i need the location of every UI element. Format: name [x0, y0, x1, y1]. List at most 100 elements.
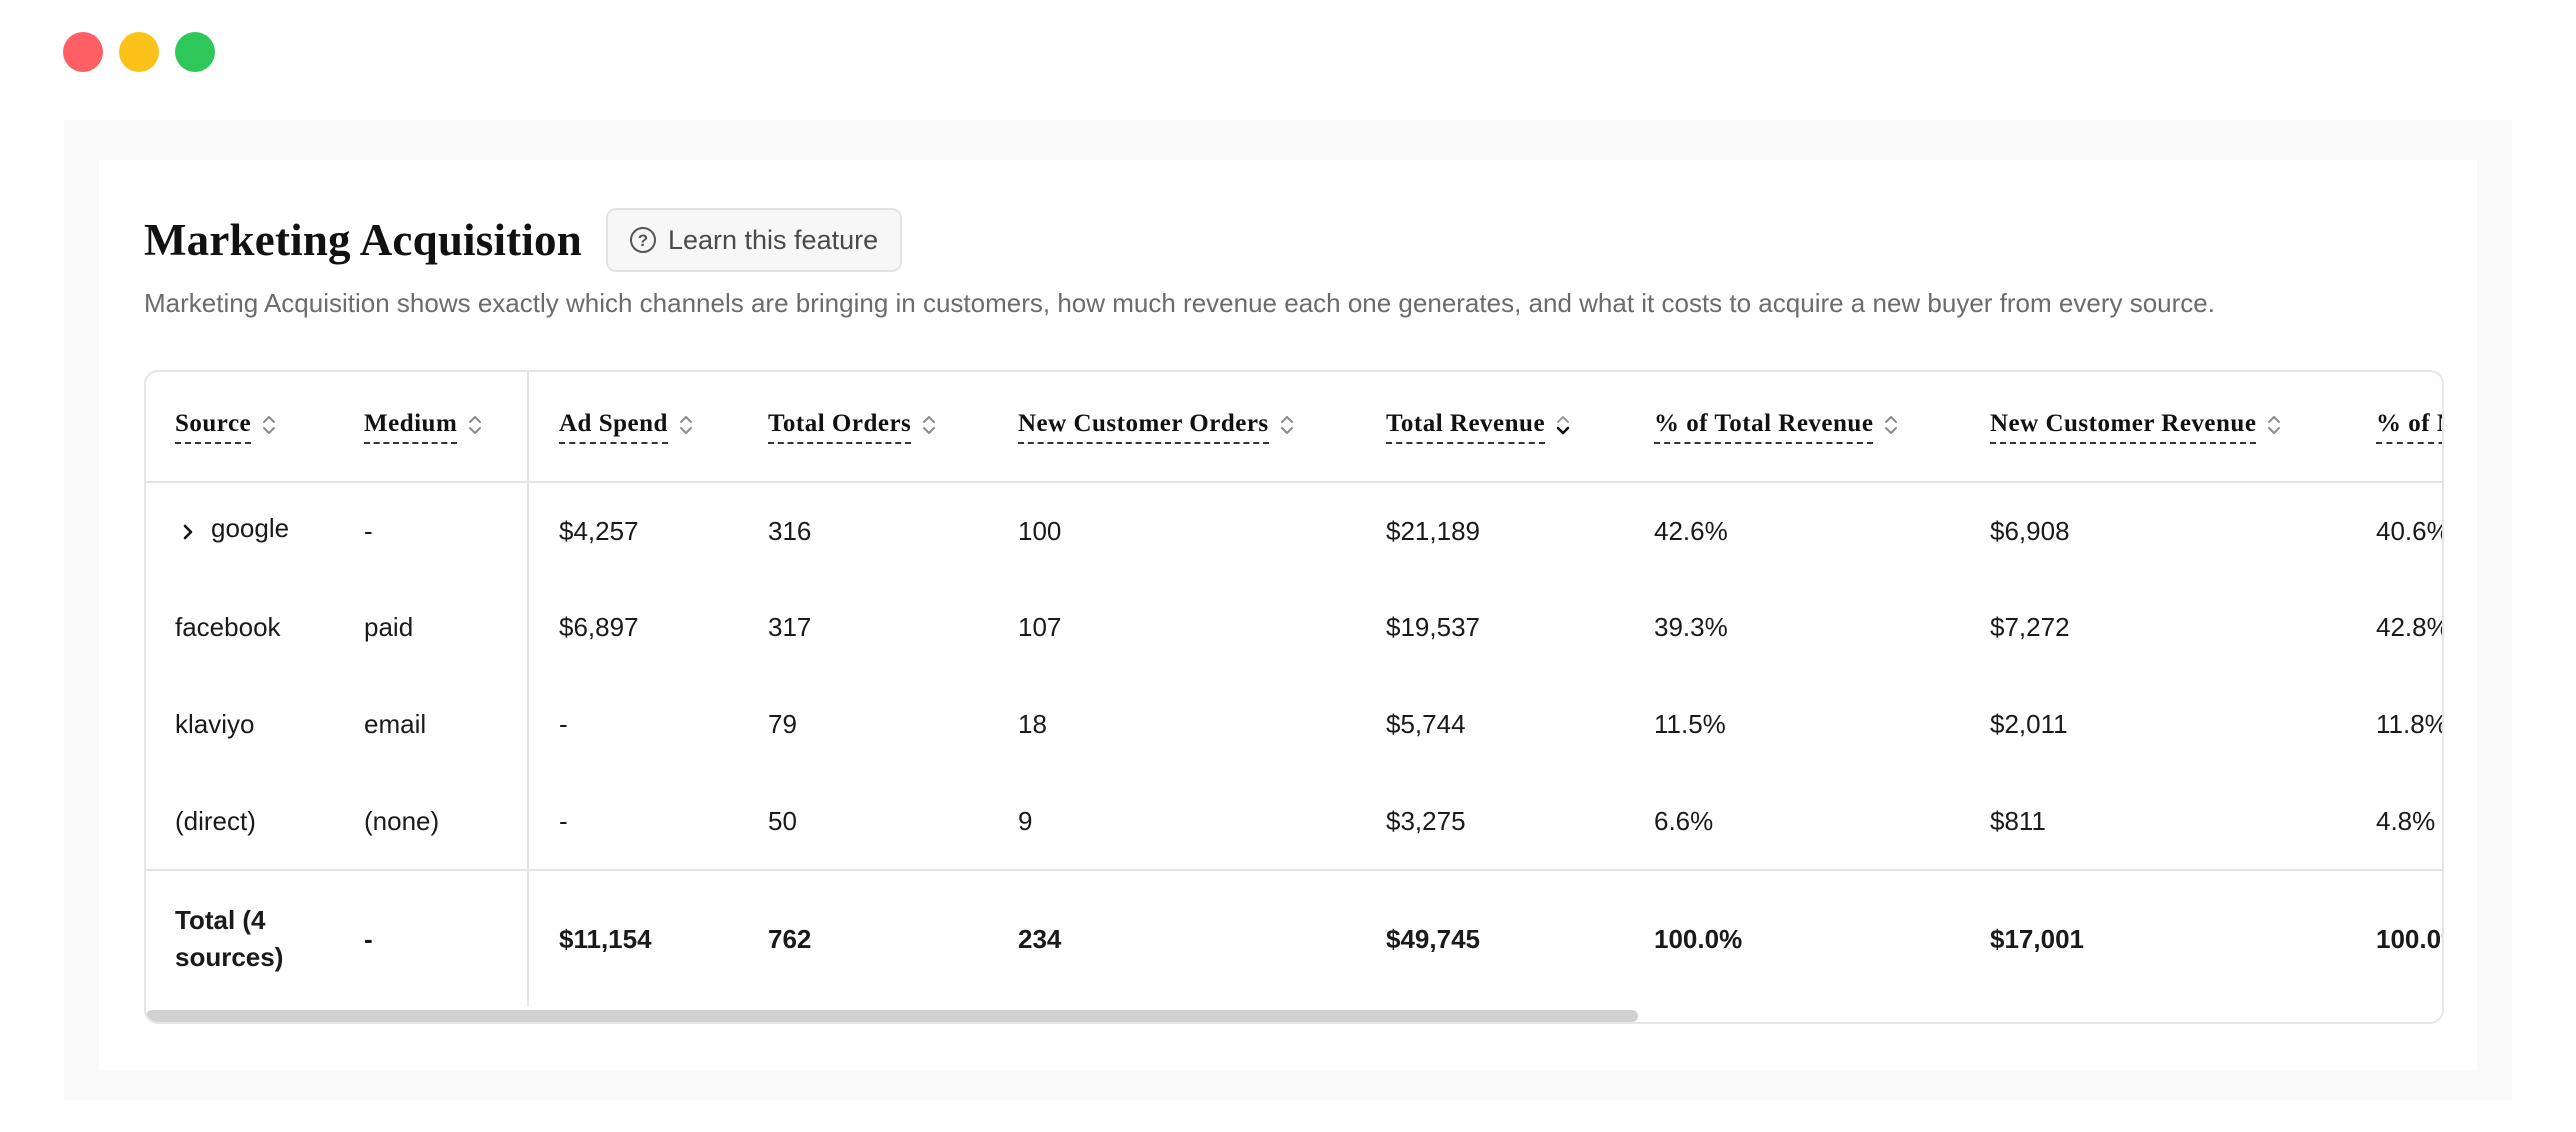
- column-header-label: % of Total Revenue: [1654, 410, 1874, 444]
- cell-pct-total-revenue: 39.3%: [1654, 612, 1728, 642]
- cell-medium: -: [335, 482, 529, 579]
- cell-total-orders: 317: [768, 612, 812, 642]
- acquisition-table: Source Medium Ad Spend Total Orders New Cust…: [146, 372, 2442, 1007]
- column-header-new-customer-revenue[interactable]: New Customer Revenue: [1960, 372, 2346, 483]
- cell-total-orders: 50: [768, 805, 797, 836]
- column-header-total-revenue[interactable]: Total Revenue: [1356, 372, 1624, 483]
- close-window-button[interactable]: [63, 32, 103, 72]
- cell-new-customer-revenue: $7,272: [1990, 612, 2070, 642]
- column-header-ad-spend[interactable]: Ad Spend: [528, 372, 738, 483]
- column-header-pct-total-revenue[interactable]: % of Total Revenue: [1624, 372, 1960, 483]
- cell-pct-new-customer-revenue: 11.8%: [2376, 709, 2442, 739]
- table-total-row: Total (4 sources) - $11,154 762 234 $49,745 10…: [146, 869, 2442, 1007]
- table-row: klaviyo email - 79 18 $5,744 11.5% $2,011 11.8%: [146, 676, 2442, 773]
- cell-new-customer-revenue: $2,011: [1990, 709, 2068, 739]
- table-body: google - $4,257 316 100 $21,189 42.6% $6,908 40.…: [146, 482, 2442, 1007]
- learn-feature-label: Learn this feature: [667, 224, 879, 255]
- cell-medium: email: [335, 676, 529, 773]
- maximize-window-button[interactable]: [175, 32, 215, 72]
- title-row: Marketing Acquisition ? Learn this featu…: [144, 208, 903, 272]
- cell-ad-spend: $6,897: [559, 612, 639, 642]
- horizontal-scrollbar-thumb[interactable]: [146, 1010, 1638, 1022]
- column-header-content: Source: [175, 410, 277, 444]
- cell-ad-spend: -: [559, 805, 568, 836]
- cell-medium: paid: [335, 579, 529, 676]
- total-cell-medium: -: [335, 869, 529, 1007]
- marketing-acquisition-panel: Marketing Acquisition ? Learn this featu…: [99, 160, 2477, 1070]
- column-header-label: Total Revenue: [1386, 410, 1546, 444]
- column-header-source[interactable]: Source: [146, 372, 335, 483]
- column-header-content: % of Total Revenue: [1654, 410, 1899, 444]
- total-cell-pct-total-revenue: 100.0%: [1624, 869, 1960, 1007]
- cell-source: google: [146, 482, 335, 579]
- total-cell-new-customer-revenue: $17,001: [1960, 869, 2346, 1007]
- cell-pct-new-customer-revenue: 4.8%: [2376, 805, 2436, 836]
- chevron-right-icon[interactable]: [181, 518, 195, 540]
- sort-icon[interactable]: [1279, 413, 1295, 437]
- column-header-label: Source: [175, 410, 252, 444]
- column-header-pct-new-customer-revenue[interactable]: % of N: [2346, 372, 2442, 483]
- table-scroll-area[interactable]: Source Medium Ad Spend Total Orders New Cust…: [146, 372, 2442, 1022]
- table-row: facebook paid $6,897 317 107 $19,537 39.3% $7,2…: [146, 579, 2442, 676]
- column-header-content: Total Orders: [768, 410, 937, 444]
- cell-source: (direct): [175, 805, 256, 836]
- cell-pct-new-customer-revenue: 42.8%: [2376, 612, 2442, 642]
- cell-total-revenue: $3,275: [1386, 805, 1466, 836]
- cell-new-customer-orders: 100: [1018, 515, 1062, 546]
- column-header-label: New Customer Orders: [1018, 410, 1269, 444]
- cell-new-customer-orders: 18: [1018, 709, 1047, 739]
- cell-total-orders: 79: [768, 709, 797, 739]
- sort-descending-icon[interactable]: [1555, 413, 1571, 437]
- acquisition-table-card: Source Medium Ad Spend Total Orders New Cust…: [144, 370, 2444, 1024]
- cell-new-customer-revenue: $811: [1990, 805, 2046, 836]
- table-header-row: Source Medium Ad Spend Total Orders New Cust…: [146, 372, 2442, 483]
- cell-pct-total-revenue: 11.5%: [1654, 709, 1726, 739]
- cell-medium: (none): [335, 773, 529, 870]
- column-header-medium[interactable]: Medium: [335, 372, 529, 483]
- column-header-new-customer-orders[interactable]: New Customer Orders: [988, 372, 1356, 483]
- total-cell-total-revenue: $49,745: [1356, 869, 1624, 1007]
- cell-source: klaviyo: [175, 709, 255, 739]
- learn-feature-button[interactable]: ? Learn this feature: [605, 208, 903, 272]
- cell-source: facebook: [175, 612, 281, 642]
- cell-ad-spend: -: [559, 709, 568, 739]
- sort-icon[interactable]: [921, 413, 937, 437]
- cell-pct-total-revenue: 42.6%: [1654, 515, 1728, 546]
- total-cell-ad-spend: $11,154: [528, 869, 738, 1007]
- sort-icon[interactable]: [1883, 413, 1899, 437]
- minimize-window-button[interactable]: [119, 32, 159, 72]
- column-header-content: Total Revenue: [1386, 410, 1571, 444]
- source-label: google: [211, 512, 290, 543]
- sort-icon[interactable]: [2266, 413, 2282, 437]
- total-cell-total-orders: 762: [738, 869, 988, 1007]
- column-header-total-orders[interactable]: Total Orders: [738, 372, 988, 483]
- cell-total-revenue: $19,537: [1386, 612, 1480, 642]
- cell-pct-new-customer-revenue: 40.6%: [2376, 515, 2442, 546]
- expand-toggle[interactable]: google: [181, 513, 289, 544]
- cell-new-customer-revenue: $6,908: [1990, 515, 2070, 546]
- total-cell-pct-new-customer-revenue: 100.0%: [2346, 869, 2442, 1007]
- page-description: Marketing Acquisition shows exactly whic…: [144, 288, 2215, 318]
- total-cell-source: Total (4 sources): [146, 869, 335, 1007]
- sort-icon[interactable]: [261, 413, 277, 437]
- cell-new-customer-orders: 107: [1018, 612, 1062, 642]
- table-row[interactable]: google - $4,257 316 100 $21,189 42.6% $6,908 40.…: [146, 482, 2442, 579]
- sort-icon[interactable]: [467, 413, 483, 437]
- column-header-label: Medium: [364, 410, 458, 444]
- total-cell-new-customer-orders: 234: [988, 869, 1356, 1007]
- column-header-content: Medium: [364, 410, 483, 444]
- horizontal-scrollbar[interactable]: [146, 1010, 2442, 1022]
- column-header-content: New Customer Orders: [1018, 410, 1295, 444]
- sort-icon[interactable]: [678, 413, 694, 437]
- cell-total-orders: 316: [768, 515, 812, 546]
- cell-total-revenue: $21,189: [1386, 515, 1480, 546]
- column-header-label: Total Orders: [768, 410, 912, 444]
- column-header-label: New Customer Revenue: [1990, 410, 2257, 444]
- column-header-label: % of N: [2376, 410, 2442, 444]
- table-row: (direct) (none) - 50 9 $3,275 6.6% $811 4.8%: [146, 773, 2442, 870]
- column-header-content: Ad Spend: [559, 410, 694, 444]
- cell-new-customer-orders: 9: [1018, 805, 1033, 836]
- column-header-label: Ad Spend: [559, 410, 668, 444]
- page-title: Marketing Acquisition: [144, 215, 582, 265]
- column-header-content: % of N: [2376, 410, 2442, 444]
